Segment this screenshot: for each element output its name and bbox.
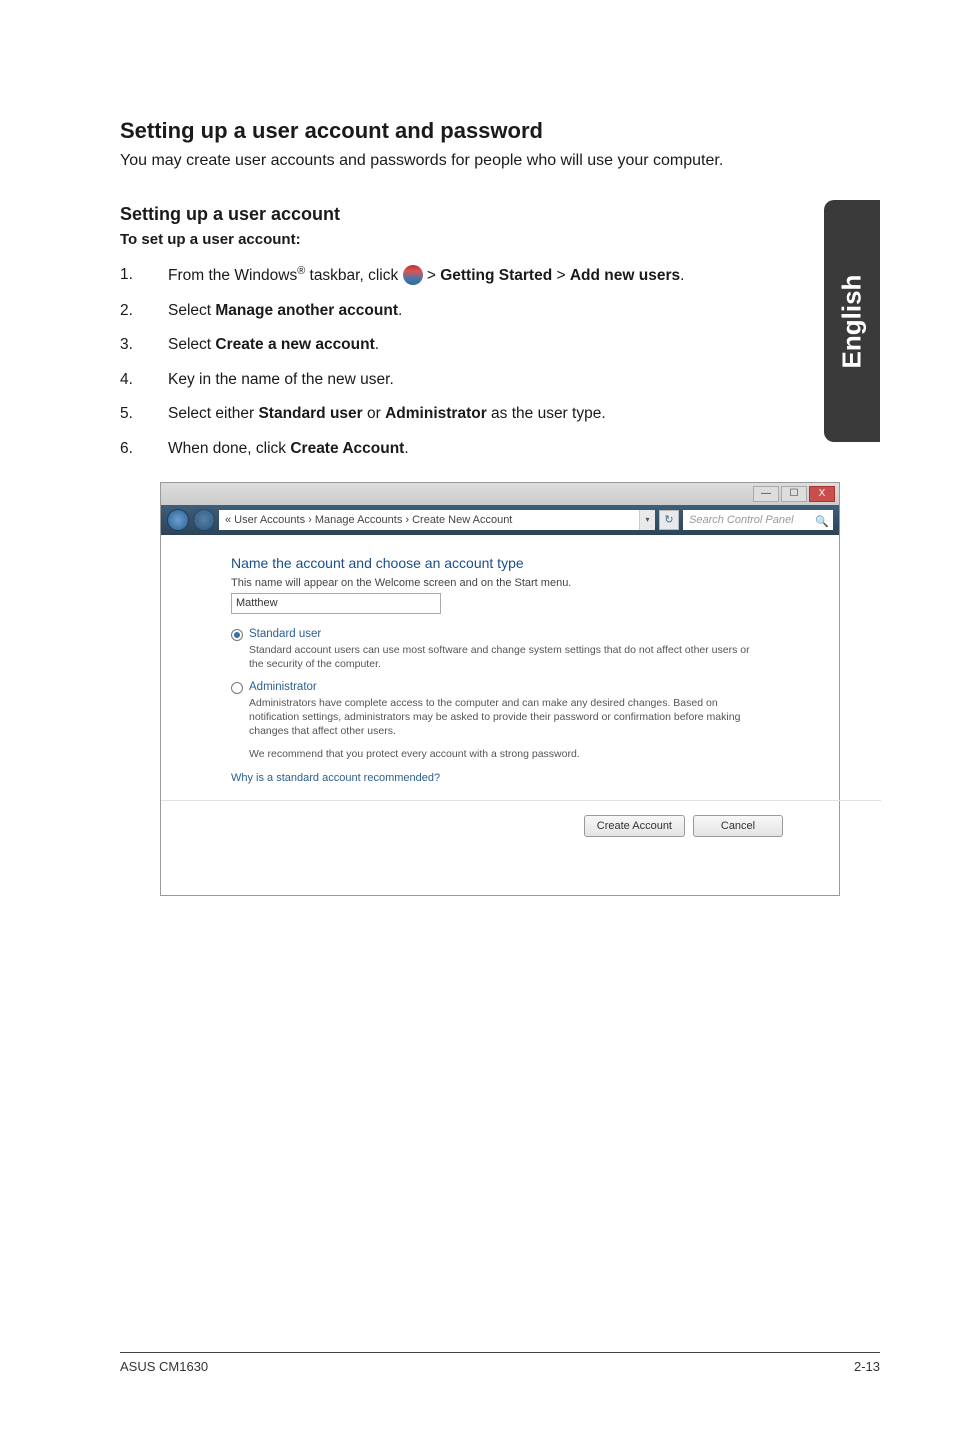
window-close-button[interactable]: X: [809, 486, 835, 502]
step-text: >: [423, 267, 441, 284]
footer-product: ASUS CM1630: [120, 1359, 208, 1374]
address-breadcrumb[interactable]: « User Accounts › Manage Accounts › Crea…: [219, 510, 655, 530]
radio-label: Standard user: [249, 628, 321, 640]
breadcrumb-text: « User Accounts › Manage Accounts › Crea…: [225, 514, 512, 526]
step-bold: Add new users: [570, 267, 680, 284]
step-text: or: [363, 405, 385, 422]
step-text: as the user type.: [487, 405, 606, 422]
step-item: Select Manage another account.: [120, 300, 840, 322]
step-text: When done, click: [168, 440, 290, 457]
step-bold: Create a new account: [215, 336, 374, 353]
dialog-subtitle: This name will appear on the Welcome scr…: [231, 577, 811, 589]
page-heading: Setting up a user account and password: [120, 118, 840, 144]
step-text: Select: [168, 302, 215, 319]
footer-page-number: 2-13: [854, 1359, 880, 1374]
explorer-nav-bar: « User Accounts › Manage Accounts › Crea…: [161, 505, 839, 535]
step-bold: Getting Started: [440, 267, 552, 284]
step-text: .: [398, 302, 402, 319]
recommendation-text: We recommend that you protect every acco…: [249, 748, 811, 760]
trademark: ®: [297, 265, 305, 277]
step-item: Select either Standard user or Administr…: [120, 403, 840, 425]
step-bold: Manage another account: [215, 302, 398, 319]
help-link[interactable]: Why is a standard account recommended?: [231, 772, 811, 784]
radio-icon: [231, 682, 243, 694]
section-caption: To set up a user account:: [120, 231, 840, 248]
page-footer: ASUS CM1630 2-13: [120, 1352, 880, 1374]
step-text: .: [404, 440, 408, 457]
radio-description: Administrators have complete access to t…: [249, 697, 759, 738]
radio-description: Standard account users can use most soft…: [249, 644, 759, 671]
main-content: Setting up a user account and password Y…: [120, 118, 840, 896]
nav-forward-button[interactable]: [193, 509, 215, 531]
dialog-button-row: Create Account Cancel: [231, 801, 811, 837]
radio-icon: [231, 629, 243, 641]
step-item: Select Create a new account.: [120, 334, 840, 356]
dialog-body: Name the account and choose an account t…: [161, 535, 839, 895]
window-titlebar: — ☐ X: [161, 483, 839, 505]
step-item: From the Windows® taskbar, click > Getti…: [120, 264, 840, 288]
search-icon: 🔍: [815, 512, 829, 532]
cancel-button[interactable]: Cancel: [693, 815, 783, 837]
search-placeholder: Search Control Panel: [689, 514, 794, 526]
step-text: >: [552, 267, 570, 284]
step-text: Select: [168, 336, 215, 353]
step-text: From the Windows: [168, 267, 297, 284]
address-dropdown-icon[interactable]: ▾: [639, 510, 655, 530]
step-text: .: [680, 267, 684, 284]
step-item: Key in the name of the new user.: [120, 369, 840, 391]
language-label: English: [837, 274, 868, 368]
step-text: taskbar, click: [305, 267, 402, 284]
intro-text: You may create user accounts and passwor…: [120, 152, 840, 170]
windows-start-icon: [403, 265, 423, 285]
radio-label: Administrator: [249, 681, 317, 693]
dialog-title: Name the account and choose an account t…: [231, 555, 811, 571]
nav-back-button[interactable]: [167, 509, 189, 531]
step-item: When done, click Create Account.: [120, 438, 840, 460]
embedded-screenshot: — ☐ X « User Accounts › Manage Accounts …: [160, 482, 840, 896]
steps-list: From the Windows® taskbar, click > Getti…: [120, 264, 840, 460]
window-maximize-button[interactable]: ☐: [781, 486, 807, 502]
section-heading: Setting up a user account: [120, 204, 840, 225]
step-bold: Create Account: [290, 440, 404, 457]
step-text: Select either: [168, 405, 258, 422]
account-name-input[interactable]: [231, 593, 441, 614]
window-minimize-button[interactable]: —: [753, 486, 779, 502]
step-bold: Administrator: [385, 405, 487, 422]
create-account-button[interactable]: Create Account: [584, 815, 685, 837]
radio-standard-user[interactable]: Standard user: [231, 628, 811, 641]
search-input[interactable]: Search Control Panel 🔍: [683, 510, 833, 530]
refresh-button[interactable]: ↻: [659, 510, 679, 530]
step-text: .: [375, 336, 379, 353]
step-bold: Standard user: [258, 405, 362, 422]
radio-administrator[interactable]: Administrator: [231, 681, 811, 694]
step-text: Key in the name of the new user.: [168, 371, 394, 388]
